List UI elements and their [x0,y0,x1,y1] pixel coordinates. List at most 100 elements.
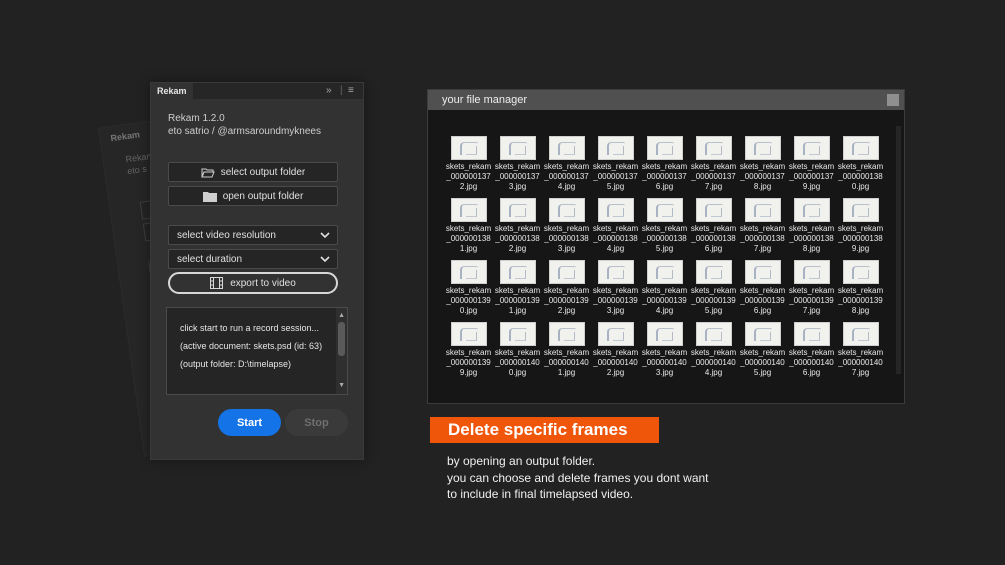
file-item[interactable]: skets_rekam_0000001373.jpg [493,136,542,192]
file-name: skets_rekam_0000001403.jpg [641,348,688,377]
file-item[interactable]: skets_rekam_0000001395.jpg [689,260,738,316]
log-output[interactable]: click start to run a record session... (… [166,307,348,395]
file-name: skets_rekam_0000001377.jpg [690,162,737,191]
stop-button[interactable]: Stop [285,409,348,436]
log-scrollbar[interactable]: ▲ ▼ [336,308,347,394]
video-resolution-value: select video resolution [177,229,276,241]
file-item[interactable]: skets_rekam_0000001374.jpg [542,136,591,192]
file-item[interactable]: skets_rekam_0000001382.jpg [493,198,542,254]
select-output-folder-button[interactable]: select output folder [168,162,338,182]
scroll-down-icon[interactable]: ▼ [338,382,345,389]
file-item[interactable]: skets_rekam_0000001397.jpg [787,260,836,316]
log-scroll-thumb[interactable] [338,322,345,356]
feature-description: by opening an output folder. you can cho… [447,453,709,503]
file-grid: skets_rekam_0000001372.jpg skets_rekam_00… [444,136,884,378]
file-item[interactable]: skets_rekam_0000001396.jpg [738,260,787,316]
folder-open-icon [201,168,215,177]
file-name: skets_rekam_0000001389.jpg [837,224,884,253]
image-thumbnail-icon [646,322,683,346]
file-item[interactable]: skets_rekam_0000001386.jpg [689,198,738,254]
image-thumbnail-icon [548,198,585,222]
image-thumbnail-icon [548,322,585,346]
chevron-down-icon [320,232,330,239]
file-manager-scrollbar[interactable] [896,126,901,374]
image-thumbnail-icon [793,136,830,160]
panel-tabbar: Rekam » | ≡ [151,83,363,99]
file-item[interactable]: skets_rekam_0000001375.jpg [591,136,640,192]
file-item[interactable]: skets_rekam_0000001387.jpg [738,198,787,254]
file-item[interactable]: skets_rekam_0000001380.jpg [836,136,885,192]
scroll-up-icon[interactable]: ▲ [338,312,345,319]
image-thumbnail-icon [695,260,732,284]
file-item[interactable]: skets_rekam_0000001377.jpg [689,136,738,192]
image-thumbnail-icon [793,322,830,346]
image-thumbnail-icon [842,198,879,222]
file-name: skets_rekam_0000001407.jpg [837,348,884,377]
file-item[interactable]: skets_rekam_0000001381.jpg [444,198,493,254]
file-item[interactable]: skets_rekam_0000001391.jpg [493,260,542,316]
file-item[interactable]: skets_rekam_0000001390.jpg [444,260,493,316]
file-manager-title: your file manager [442,94,527,106]
image-thumbnail-icon [744,260,781,284]
file-item[interactable]: skets_rekam_0000001401.jpg [542,322,591,378]
description-line: by opening an output folder. [447,454,596,468]
file-name: skets_rekam_0000001401.jpg [543,348,590,377]
file-item[interactable]: skets_rekam_0000001392.jpg [542,260,591,316]
file-name: skets_rekam_0000001373.jpg [494,162,541,191]
window-close-icon[interactable] [887,94,899,106]
select-output-folder-label: select output folder [220,166,306,178]
file-item[interactable]: skets_rekam_0000001372.jpg [444,136,493,192]
file-item[interactable]: skets_rekam_0000001400.jpg [493,322,542,378]
file-name: skets_rekam_0000001400.jpg [494,348,541,377]
file-item[interactable]: skets_rekam_0000001385.jpg [640,198,689,254]
image-thumbnail-icon [793,198,830,222]
video-resolution-select[interactable]: select video resolution [168,225,338,245]
duration-select[interactable]: select duration [168,249,338,269]
file-item[interactable]: skets_rekam_0000001404.jpg [689,322,738,378]
image-thumbnail-icon [842,322,879,346]
duration-value: select duration [177,253,243,265]
file-name: skets_rekam_0000001378.jpg [739,162,786,191]
film-icon [210,277,224,289]
file-name: skets_rekam_0000001388.jpg [788,224,835,253]
panel-tab[interactable]: Rekam [151,83,193,99]
file-item[interactable]: skets_rekam_0000001389.jpg [836,198,885,254]
file-item[interactable]: skets_rekam_0000001376.jpg [640,136,689,192]
file-item[interactable]: skets_rekam_0000001403.jpg [640,322,689,378]
file-item[interactable]: skets_rekam_0000001405.jpg [738,322,787,378]
file-manager-titlebar: your file manager [428,90,904,110]
log-line: click start to run a record session... [180,323,320,333]
image-thumbnail-icon [597,136,634,160]
expand-icon[interactable]: » [326,84,332,98]
file-name: skets_rekam_0000001398.jpg [837,286,884,315]
image-thumbnail-icon [695,136,732,160]
file-item[interactable]: skets_rekam_0000001388.jpg [787,198,836,254]
file-item[interactable]: skets_rekam_0000001402.jpg [591,322,640,378]
start-button[interactable]: Start [218,409,281,436]
author-credit: eto satrio / @armsaroundmyknees [168,126,321,137]
file-item[interactable]: skets_rekam_0000001393.jpg [591,260,640,316]
file-item[interactable]: skets_rekam_0000001407.jpg [836,322,885,378]
description-line: you can choose and delete frames you don… [447,470,709,485]
log-line: (output folder: D:\timelapse) [180,359,292,369]
folder-icon [202,191,217,202]
image-thumbnail-icon [842,260,879,284]
file-item[interactable]: skets_rekam_0000001383.jpg [542,198,591,254]
file-item[interactable]: skets_rekam_0000001379.jpg [787,136,836,192]
file-item[interactable]: skets_rekam_0000001378.jpg [738,136,787,192]
file-item[interactable]: skets_rekam_0000001406.jpg [787,322,836,378]
file-name: skets_rekam_0000001372.jpg [445,162,492,191]
file-item[interactable]: skets_rekam_0000001399.jpg [444,322,493,378]
file-item[interactable]: skets_rekam_0000001394.jpg [640,260,689,316]
file-item[interactable]: skets_rekam_0000001398.jpg [836,260,885,316]
file-name: skets_rekam_0000001382.jpg [494,224,541,253]
export-to-video-button[interactable]: export to video [168,272,338,294]
menu-icon[interactable]: ≡ [348,84,354,98]
image-thumbnail-icon [499,322,536,346]
file-item[interactable]: skets_rekam_0000001384.jpg [591,198,640,254]
file-name: skets_rekam_0000001381.jpg [445,224,492,253]
image-thumbnail-icon [450,322,487,346]
image-thumbnail-icon [597,260,634,284]
image-thumbnail-icon [646,136,683,160]
open-output-folder-button[interactable]: open output folder [168,186,338,206]
